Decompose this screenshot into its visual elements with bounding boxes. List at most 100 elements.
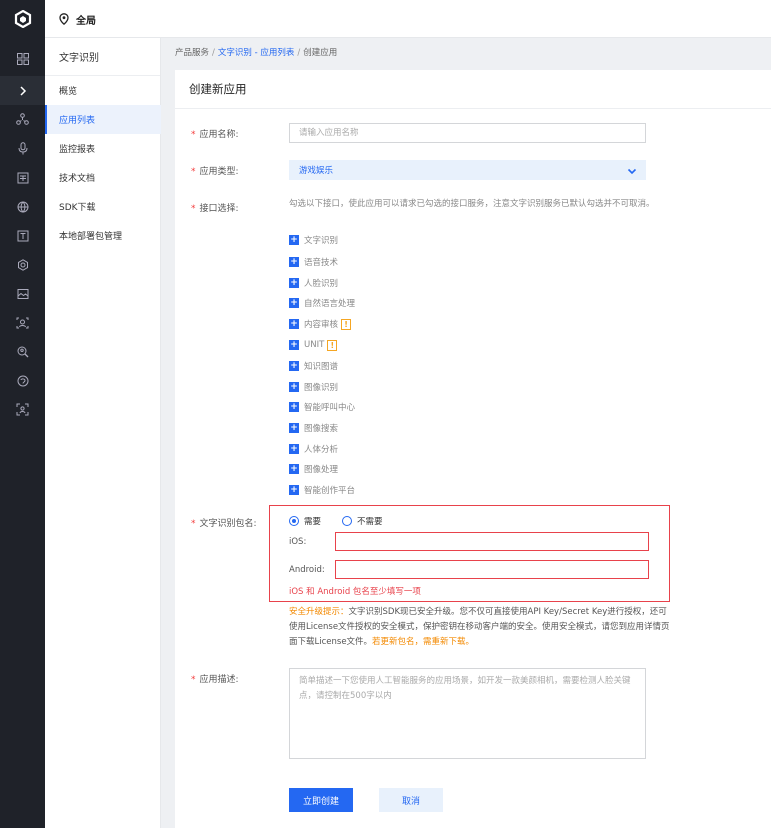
plus-icon[interactable]: + xyxy=(289,278,299,288)
rail-voice[interactable] xyxy=(0,134,45,163)
subnav-item-app-list[interactable]: 应用列表 xyxy=(45,105,161,134)
nodes-icon xyxy=(16,113,29,125)
plus-icon[interactable]: + xyxy=(289,257,299,267)
rail-image[interactable] xyxy=(0,279,45,308)
logo[interactable] xyxy=(0,0,45,38)
api-item[interactable]: + 人脸识别 xyxy=(289,277,338,289)
upgrade-suffix: 若更新包名，需重新下载。 xyxy=(372,637,475,647)
app-type-value: 游戏娱乐 xyxy=(299,166,334,176)
api-item[interactable]: + 智能创作平台 xyxy=(289,484,355,496)
warning-icon: ! xyxy=(327,339,338,351)
breadcrumb: 产品服务 / 文字识别 - 应用列表 / 创建应用 xyxy=(175,46,337,58)
plus-icon[interactable]: + xyxy=(289,382,299,392)
text-icon xyxy=(17,230,28,241)
plus-icon[interactable]: + xyxy=(289,235,299,245)
rail-globe[interactable] xyxy=(0,192,45,221)
api-item[interactable]: + 自然语言处理 xyxy=(289,297,355,309)
region-selector[interactable]: 全局 xyxy=(45,0,145,38)
upgrade-prefix: 安全升级提示： xyxy=(289,607,349,617)
search-face-icon xyxy=(17,346,28,357)
rail-grid[interactable] xyxy=(0,44,45,73)
api-item[interactable]: + 内容审核! xyxy=(289,318,352,330)
subnav-item-local-deploy[interactable]: 本地部署包管理 xyxy=(45,221,161,250)
breadcrumb-current: 创建应用 xyxy=(303,48,338,58)
chevron-down-icon xyxy=(627,168,637,175)
chevron-right-icon xyxy=(19,85,26,96)
subnav-item-docs[interactable]: 技术文档 xyxy=(45,163,161,192)
android-package-input[interactable] xyxy=(335,560,649,579)
subnav-item-overview[interactable]: 概览 xyxy=(45,76,161,105)
api-hint: 勾选以下接口，使此应用可以请求已勾选的接口服务，注意文字识别服务已默认勾选并不可… xyxy=(289,199,655,209)
package-error: iOS 和 Android 包名至少填写一项 xyxy=(289,587,421,597)
page-title: 创建新应用 xyxy=(189,82,247,96)
breadcrumb-sep: / xyxy=(297,48,301,58)
face-scan-icon xyxy=(16,317,29,328)
app-name-label: * 应用名称: xyxy=(191,130,239,140)
api-item[interactable]: + 语音技术 xyxy=(289,256,338,268)
warning-icon: ! xyxy=(341,318,352,330)
plus-icon[interactable]: + xyxy=(289,444,299,454)
rail-text[interactable] xyxy=(0,221,45,250)
settings-gear-icon xyxy=(17,258,28,271)
plus-icon[interactable]: + xyxy=(289,423,299,433)
breadcrumb-sep: / xyxy=(212,48,215,58)
api-item[interactable]: + UNIT! xyxy=(289,339,338,351)
subnav-item-monitor[interactable]: 监控报表 xyxy=(45,134,161,163)
subnav-title: 文字识别 xyxy=(45,38,160,76)
rail-expand[interactable] xyxy=(0,76,45,105)
secondary-nav: 文字识别 概览 应用列表 监控报表 技术文档 SDK下载 本地部署包管理 xyxy=(45,38,161,828)
description-label: * 应用描述: xyxy=(191,675,239,685)
rail-scan[interactable] xyxy=(0,395,45,424)
api-item[interactable]: + 知识图谱 xyxy=(289,360,338,372)
api-item[interactable]: + 文字识别 xyxy=(289,234,338,246)
api-item[interactable]: + 智能呼叫中心 xyxy=(289,401,355,413)
rail-speech[interactable] xyxy=(0,366,45,395)
logo-icon xyxy=(14,10,31,28)
rail-document[interactable] xyxy=(0,163,45,192)
ios-package-input[interactable] xyxy=(335,532,649,551)
api-item[interactable]: + 人体分析 xyxy=(289,443,338,455)
subnav-item-sdk[interactable]: SDK下载 xyxy=(45,192,161,221)
icon-rail xyxy=(0,38,45,828)
radio-need[interactable]: 需要 xyxy=(289,515,321,527)
app-name-input[interactable] xyxy=(289,123,646,143)
security-upgrade-notice: 安全升级提示：文字识别SDK现已安全升级。您不仅可直接使用API Key/Sec… xyxy=(289,605,674,650)
grid-icon xyxy=(16,52,29,65)
rail-nodes[interactable] xyxy=(0,105,45,134)
api-item[interactable]: + 图像处理 xyxy=(289,463,338,475)
breadcrumb-link[interactable]: 文字识别 - 应用列表 xyxy=(218,48,294,58)
globe-icon xyxy=(17,201,28,213)
radio-checked-icon xyxy=(289,516,299,526)
api-item[interactable]: + 图像搜索 xyxy=(289,422,338,434)
api-select-label: * 接口选择: xyxy=(191,204,239,214)
api-item[interactable]: + 图像识别 xyxy=(289,381,338,393)
package-label: * 文字识别包名: xyxy=(191,519,257,529)
plus-icon[interactable]: + xyxy=(289,319,299,329)
plus-icon[interactable]: + xyxy=(289,361,299,371)
microphone-icon xyxy=(18,142,27,155)
plus-icon[interactable]: + xyxy=(289,485,299,495)
speech-icon xyxy=(17,375,28,386)
app-type-label: * 应用类型: xyxy=(191,167,239,177)
ios-label: iOS: xyxy=(289,537,307,547)
document-icon xyxy=(17,172,28,183)
rail-face[interactable] xyxy=(0,308,45,337)
rail-search-face[interactable] xyxy=(0,337,45,366)
image-icon xyxy=(17,288,28,299)
top-bar: 全局 xyxy=(0,0,771,38)
rail-settings[interactable] xyxy=(0,250,45,279)
cancel-button[interactable]: 取消 xyxy=(379,788,443,812)
location-pin-icon xyxy=(59,13,69,25)
radio-no-need[interactable]: 不需要 xyxy=(342,515,383,527)
breadcrumb-root[interactable]: 产品服务 xyxy=(175,48,209,58)
create-now-button[interactable]: 立即创建 xyxy=(289,788,353,812)
plus-icon[interactable]: + xyxy=(289,298,299,308)
description-textarea[interactable]: 简单描述一下您使用人工智能服务的应用场景，如开发一款美颜相机，需要检测人脸关键点… xyxy=(289,668,646,759)
plus-icon[interactable]: + xyxy=(289,464,299,474)
scan-icon xyxy=(16,403,29,416)
plus-icon[interactable]: + xyxy=(289,340,299,350)
plus-icon[interactable]: + xyxy=(289,402,299,412)
divider xyxy=(175,108,771,109)
app-type-select[interactable]: 游戏娱乐 xyxy=(289,160,646,180)
radio-unchecked-icon xyxy=(342,516,352,526)
